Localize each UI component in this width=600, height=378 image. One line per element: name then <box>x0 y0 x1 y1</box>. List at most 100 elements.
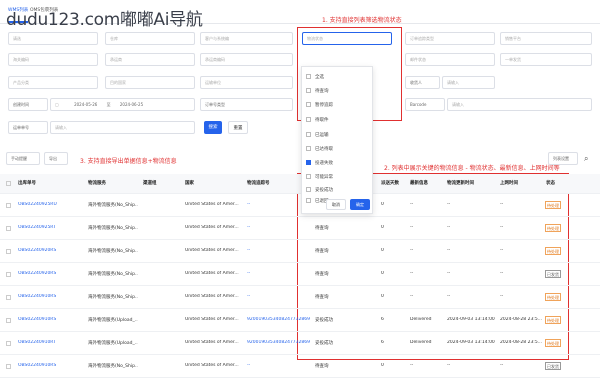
column-settings-button[interactable]: 列表设置 <box>548 152 578 165</box>
dropdown-cancel-button[interactable]: 取消 <box>326 199 346 210</box>
filter-carrier[interactable]: 承运商 <box>105 53 195 66</box>
dropdown-option[interactable]: 可能异常 <box>306 173 333 182</box>
table-row[interactable]: OBS02240920RS 海外物流服务(No_Ship... United Sta… <box>0 263 600 286</box>
row-checkbox[interactable] <box>6 226 11 231</box>
filter-transport-unit[interactable]: 运输单位 <box>200 76 293 89</box>
filter-logistics-status[interactable]: 物流状态 <box>302 32 392 45</box>
dropdown-option[interactable]: 已运输 <box>306 131 329 140</box>
cell-tracking[interactable]: -- <box>247 271 250 276</box>
search-button[interactable]: 搜索 <box>204 121 222 134</box>
dropdown-option[interactable]: 待取件 <box>306 116 329 125</box>
column-header: 国家 <box>185 181 194 186</box>
table-row[interactable]: OBS02240910RS 海外物流服务(No_Ship... United Sta… <box>0 355 600 378</box>
cell-tracking[interactable]: -- <box>247 248 250 253</box>
status-badge: 已发货 <box>545 270 561 278</box>
cell-tracking[interactable]: -- <box>247 225 250 230</box>
row-checkbox[interactable] <box>6 364 11 369</box>
date-range-picker[interactable]: ▢ 2024-05-26 至 2024-06-25 <box>50 98 195 111</box>
checkbox[interactable] <box>306 198 311 203</box>
dropdown-option[interactable]: 妥投成功 <box>306 186 333 195</box>
cell-order[interactable]: OBS02240920RS <box>18 248 56 253</box>
checkbox[interactable] <box>306 117 311 122</box>
checkbox-checked[interactable] <box>306 160 311 165</box>
dropdown-confirm-button[interactable]: 确定 <box>350 199 370 210</box>
cell-updated: -- <box>447 363 451 368</box>
table-row[interactable]: OBS02240910RS 海外物流服务(Upload_... United Sta… <box>0 309 600 332</box>
batch-action-select[interactable]: 手动提醒 <box>6 152 40 165</box>
checkbox[interactable] <box>306 174 311 179</box>
cell-service: 海外物流服务(No_Ship... <box>88 272 138 277</box>
cell-order[interactable]: OBS02240925RU <box>18 202 57 207</box>
checkbox[interactable] <box>306 146 311 151</box>
cell-tracking[interactable]: 9200190353408247732869 <box>247 340 310 345</box>
select-all-checkbox[interactable] <box>6 181 11 186</box>
filter-shipno-label[interactable]: 运单单号 <box>8 121 48 134</box>
row-checkbox[interactable] <box>6 272 11 277</box>
cell-service: 海外物流服务(No_Ship... <box>88 203 138 208</box>
filter-receiver-label[interactable]: 收货人 <box>405 76 440 89</box>
filter-track-type[interactable]: 订单追踪类型 <box>405 32 495 45</box>
filter-dest-country[interactable]: 目的国家 <box>105 76 195 89</box>
cell-tracking[interactable]: 9200190353408247732869 <box>247 317 310 322</box>
row-checkbox[interactable] <box>6 203 11 208</box>
filter-warehouse[interactable]: 仓库 <box>105 32 195 45</box>
filter-carrier-code[interactable]: 承运商编码 <box>200 53 293 66</box>
dropdown-option[interactable]: 待查询 <box>306 87 329 96</box>
row-checkbox[interactable] <box>6 341 11 346</box>
cell-updated: -- <box>447 271 451 276</box>
filter-receiver-input[interactable]: 请输入 <box>442 76 495 89</box>
cell-order[interactable]: OBS02240910RT <box>18 340 56 345</box>
filter-barcode-label[interactable]: Barcode <box>405 98 445 111</box>
dropdown-option[interactable]: 全选 <box>306 73 324 82</box>
cell-online: 2024-08-28 23:5... <box>500 340 542 345</box>
cell-tracking[interactable]: -- <box>247 363 250 368</box>
cell-info: -- <box>410 294 414 299</box>
table-row[interactable]: OBS02240910RS 海外物流服务(No_Ship... United Sta… <box>0 286 600 309</box>
cell-days: 0 <box>381 248 384 253</box>
filter-select-1[interactable]: 请选 <box>8 32 98 45</box>
cell-updated: 2024-09-03 13:14:00 <box>447 340 495 345</box>
row-checkbox[interactable] <box>6 318 11 323</box>
filter-single-ship[interactable]: 一单发货 <box>500 53 592 66</box>
dropdown-option[interactable]: 已达待取 <box>306 145 333 154</box>
dropdown-option-checked[interactable]: 投递失败 <box>306 159 333 168</box>
status-badge: 待处理 <box>545 316 561 324</box>
table-row[interactable]: OBS02240925RU 海外物流服务(No_Ship... United Sta… <box>0 194 600 217</box>
checkbox[interactable] <box>306 88 311 93</box>
checkbox[interactable] <box>306 187 311 192</box>
cell-lstatus: 待查询 <box>315 226 329 231</box>
cell-order[interactable]: OBS02240910RS <box>18 317 56 322</box>
reset-button[interactable]: 重置 <box>228 121 248 134</box>
table-row[interactable]: OBS02240910RT 海外物流服务(Upload_... United Sta… <box>0 332 600 355</box>
filter-category[interactable]: 产品分类 <box>8 76 98 89</box>
cell-order[interactable]: OBS02240920RS <box>18 271 56 276</box>
filter-customer[interactable]: 客户与系统编 <box>200 32 293 45</box>
checkbox[interactable] <box>306 102 311 107</box>
annotation-columns: 2. 列表中展示关键的物流信息 - 物流状态、最新信息、上网时间等 <box>384 165 560 172</box>
cell-country: United States of Amer... <box>185 340 239 345</box>
filter-shipno-input[interactable]: 请输入 <box>50 121 195 134</box>
row-checkbox[interactable] <box>6 295 11 300</box>
dropdown-option[interactable]: 暂停追踪 <box>306 101 333 110</box>
cell-order[interactable]: OBS02240910RS <box>18 363 56 368</box>
table-row[interactable]: OBS02240920RS 海外物流服务(No_Ship... United Sta… <box>0 240 600 263</box>
table-row[interactable]: OBS02240925RT 海外物流服务(No_Ship... United Sta… <box>0 217 600 240</box>
filter-customs[interactable]: 海关编码 <box>8 53 98 66</box>
checkbox[interactable] <box>306 132 311 137</box>
filter-order-type[interactable]: 订单号类型 <box>200 98 293 111</box>
cell-tracking[interactable]: -- <box>247 294 250 299</box>
cell-info: -- <box>410 271 414 276</box>
cell-lstatus: 待查询 <box>315 249 329 254</box>
filter-barcode-input[interactable]: 请输入 <box>447 98 592 111</box>
cell-tracking[interactable]: -- <box>247 202 250 207</box>
cell-order[interactable]: OBS02240910RS <box>18 294 56 299</box>
export-button[interactable]: 导出 <box>44 152 68 165</box>
cell-updated: 2024-09-03 13:14:00 <box>447 317 495 322</box>
checkbox[interactable] <box>306 74 311 79</box>
search-icon[interactable]: ⌕ <box>584 154 588 164</box>
cell-order[interactable]: OBS02240925RT <box>18 225 56 230</box>
filter-created-label[interactable]: 创建时间 <box>8 98 48 111</box>
row-checkbox[interactable] <box>6 249 11 254</box>
filter-platform[interactable]: 销售平台 <box>500 32 592 45</box>
filter-mail-status[interactable]: 邮件状态 <box>405 53 495 66</box>
